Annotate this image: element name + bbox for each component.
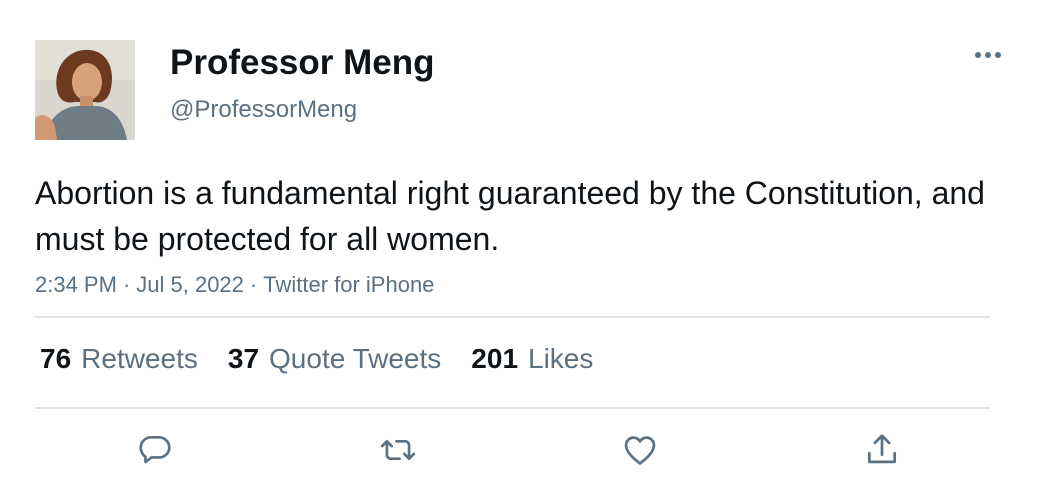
like-icon	[624, 436, 656, 465]
quote-tweets-count: 37	[227, 343, 260, 374]
share-button[interactable]	[857, 425, 907, 475]
tweet-text: Abortion is a fundamental right guarante…	[35, 175, 985, 257]
retweet-button[interactable]	[373, 425, 423, 475]
likes-stat[interactable]: 201 Likes	[471, 340, 593, 378]
tweet-meta: 2:34 PM · Jul 5, 2022 · Twitter for iPhone	[35, 270, 434, 300]
likes-label: Likes	[528, 343, 594, 374]
meta-separator: ·	[249, 272, 258, 297]
tweet-date[interactable]: Jul 5, 2022	[136, 272, 244, 297]
tweet-stats: 76 Retweets 37 Quote Tweets 201 Likes	[40, 340, 623, 378]
tweet-time[interactable]: 2:34 PM	[35, 272, 117, 297]
divider	[35, 316, 990, 318]
likes-count: 201	[471, 343, 519, 374]
share-icon	[867, 434, 897, 464]
author-display-name[interactable]: Professor Meng	[170, 40, 435, 86]
tweet-source[interactable]: Twitter for iPhone	[263, 272, 434, 297]
retweets-count: 76	[40, 343, 72, 374]
quote-tweets-label: Quote Tweets	[269, 343, 442, 374]
reply-icon	[139, 435, 171, 464]
quote-tweets-stat[interactable]: 37 Quote Tweets	[228, 340, 441, 378]
author-handle[interactable]: @ProfessorMeng	[170, 94, 357, 126]
retweets-label: Retweets	[81, 343, 198, 374]
more-options-button[interactable]	[970, 40, 1006, 70]
retweets-stat[interactable]: 76 Retweets	[40, 340, 198, 378]
retweet-icon	[380, 439, 416, 461]
divider	[35, 407, 990, 409]
tweet-card: Professor Meng @ProfessorMeng Abortion i…	[0, 0, 1050, 480]
avatar-photo	[35, 40, 135, 140]
reply-button[interactable]	[130, 425, 180, 475]
more-dots-icon	[975, 52, 1001, 58]
meta-separator: ·	[122, 272, 131, 297]
tweet-actions	[0, 425, 1050, 475]
like-button[interactable]	[615, 425, 665, 475]
avatar[interactable]	[35, 40, 135, 140]
